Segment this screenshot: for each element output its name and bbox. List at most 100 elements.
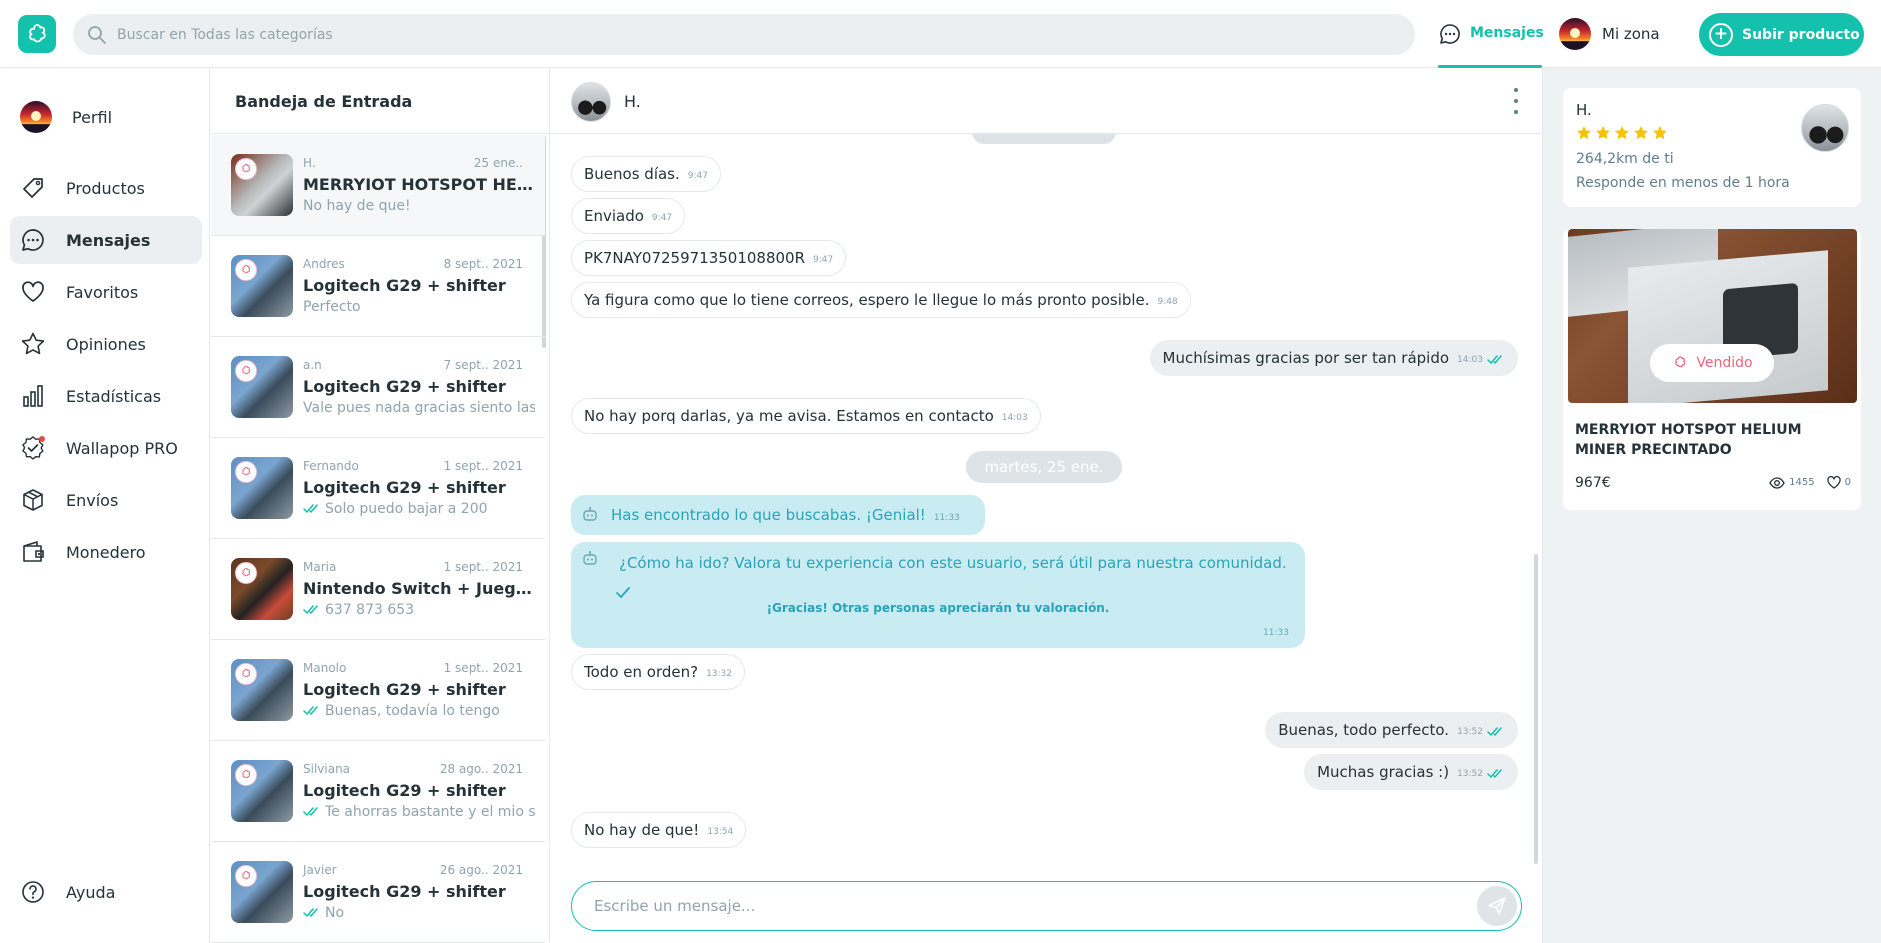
sidebar-item-products[interactable]: Productos [10,164,202,212]
star-filled-icon [1653,126,1667,140]
sidebar-item-help[interactable]: Ayuda [10,868,202,916]
conversation-snippet: Te ahorras bastante y el mio so [303,804,535,820]
message-incoming: No hay de que! 13:54 [571,812,747,848]
sidebar-item-label: Envíos [66,490,119,510]
conversation-date: 7 sept.. 2021 [443,358,523,372]
heart-icon [22,281,44,302]
star-filled-icon [1577,126,1591,140]
conversation-item[interactable]: Manolo 1 sept.. 2021 Logitech G29 + shif… [211,640,545,741]
message-incoming: Enviado 9:47 [571,198,686,234]
conversation-date: 1 sept.. 2021 [443,560,523,574]
double-check-icon [303,807,318,816]
search-input[interactable] [117,14,1397,55]
product-thumbnail [231,255,293,317]
star-icon [21,332,45,355]
message-time: 9:48 [1157,297,1178,307]
nav-my-zone[interactable]: Mi zona [1559,18,1660,50]
view-count: 1455 [1789,477,1815,488]
system-message-found: Has encontrado lo que buscabas. ¡Genial!… [571,495,985,535]
conversation-user: a.n [303,358,322,372]
double-check-icon [303,605,318,614]
conversation-item[interactable]: a.n 7 sept.. 2021 Logitech G29 + shifter… [211,337,545,438]
date-separator-partial [972,134,1116,144]
product-card[interactable]: Vendido MERRYIOT HOTSPOT HELIUM MINER PR… [1563,229,1861,510]
user-distance: 264,2km de ti [1576,151,1674,167]
chat-header: H. [551,68,1542,134]
sidebar-item-favorites[interactable]: Favoritos [10,268,202,316]
rating-stars [1576,125,1668,141]
wallapop-badge-icon [235,663,257,685]
sidebar-item-label: Estadísticas [66,386,162,406]
sidebar-item-label: Opiniones [66,334,146,354]
sidebar-item-statistics[interactable]: Estadísticas [10,372,202,420]
product-price: 967€ [1575,475,1611,491]
bot-icon [583,507,597,521]
user-response-time: Responde en menos de 1 hora [1576,175,1790,191]
message-time: 9:47 [813,255,834,265]
conversation-title: Logitech G29 + shifter [303,882,506,901]
like-count: 0 [1844,477,1851,488]
double-check-icon [303,504,318,513]
help-label: Ayuda [66,882,116,902]
double-check-icon [1487,355,1502,364]
sidebar-item-wallapop-pro[interactable]: Wallapop PRO [10,424,202,472]
sidebar: Perfil Productos Mensajes Favoritos Opin… [0,68,210,943]
contact-avatar[interactable] [571,82,611,122]
sidebar-item-wallet[interactable]: Monedero [10,528,202,576]
chat-scrollbar[interactable] [1534,554,1538,864]
message-time: 14:03 [1457,355,1483,365]
send-button[interactable] [1477,886,1517,926]
conversation-user: Fernando [303,459,359,473]
help-icon [22,881,44,903]
box-icon [23,489,43,511]
review-question: ¿Cómo ha ido? Valora tu experiencia con … [619,554,1287,572]
wallapop-badge-icon [1675,356,1686,368]
product-thumbnail [231,659,293,721]
sidebar-item-messages[interactable]: Mensajes [10,216,202,264]
conversation-user: Manolo [303,661,347,675]
conversation-snippet: Perfecto [303,299,361,315]
details-panel: H. 264,2km de ti Responde en menos de 1 … [1542,68,1881,943]
conversation-item[interactable]: Silviana 28 ago.. 2021 Logitech G29 + sh… [211,741,545,842]
conversation-item[interactable]: H. 25 ene.. MERRYIOT HOTSPOT HELIU... No… [211,135,545,236]
conversation-title: Logitech G29 + shifter [303,276,506,295]
sidebar-item-label: Monedero [66,542,146,562]
upload-product-button[interactable]: + Subir producto [1699,13,1864,56]
nav-messages[interactable]: Mensajes [1438,0,1544,68]
conversation-date: 1 sept.. 2021 [443,661,523,675]
heart-icon [1826,476,1841,489]
product-stats: 1455 0 [1769,476,1851,489]
search-bar[interactable] [73,14,1415,55]
wallapop-badge-icon [235,158,257,180]
conversation-date: 1 sept.. 2021 [443,459,523,473]
conversation-title: Logitech G29 + shifter [303,781,506,800]
sidebar-item-label: Wallapop PRO [66,438,178,458]
system-message-review: ¿Cómo ha ido? Valora tu experiencia con … [571,542,1305,648]
conversation-item[interactable]: Javier 26 ago.. 2021 Logitech G29 + shif… [211,842,545,943]
plus-icon: + [1709,22,1733,47]
sidebar-item-profile[interactable]: Perfil [10,93,202,141]
product-thumbnail [231,558,293,620]
contact-name[interactable]: H. [624,92,641,111]
conversation-item[interactable]: Andres 8 sept.. 2021 Logitech G29 + shif… [211,236,545,337]
more-options-icon[interactable] [1512,88,1520,114]
double-check-icon [303,706,318,715]
message-list: Buenos días. 9:47 Enviado 9:47 PK7NAY07259… [551,134,1542,934]
chat-bubble-icon [22,229,44,251]
wallapop-logo[interactable] [18,15,56,53]
user-card[interactable]: H. 264,2km de ti Responde en menos de 1 … [1563,88,1861,207]
message-composer[interactable] [571,881,1522,931]
message-input[interactable] [594,882,1444,929]
top-bar: Mensajes Mi zona + Subir producto [0,0,1881,68]
sidebar-item-shipping[interactable]: Envíos [10,476,202,524]
conversation-user: Silviana [303,762,351,776]
message-outgoing: Muchísimas gracias por ser tan rápido 14:… [1149,340,1518,376]
conversation-item[interactable]: Maria 1 sept.. 2021 Nintendo Switch + Ju… [211,539,545,640]
conversation-item[interactable]: Fernando 1 sept.. 2021 Logitech G29 + sh… [211,438,545,539]
product-thumbnail [231,457,293,519]
send-icon [1488,897,1506,915]
nav-my-zone-label: Mi zona [1602,25,1660,43]
double-check-icon [1487,769,1502,778]
conversation-user: H. [303,156,316,170]
sidebar-item-reviews[interactable]: Opiniones [10,320,202,368]
